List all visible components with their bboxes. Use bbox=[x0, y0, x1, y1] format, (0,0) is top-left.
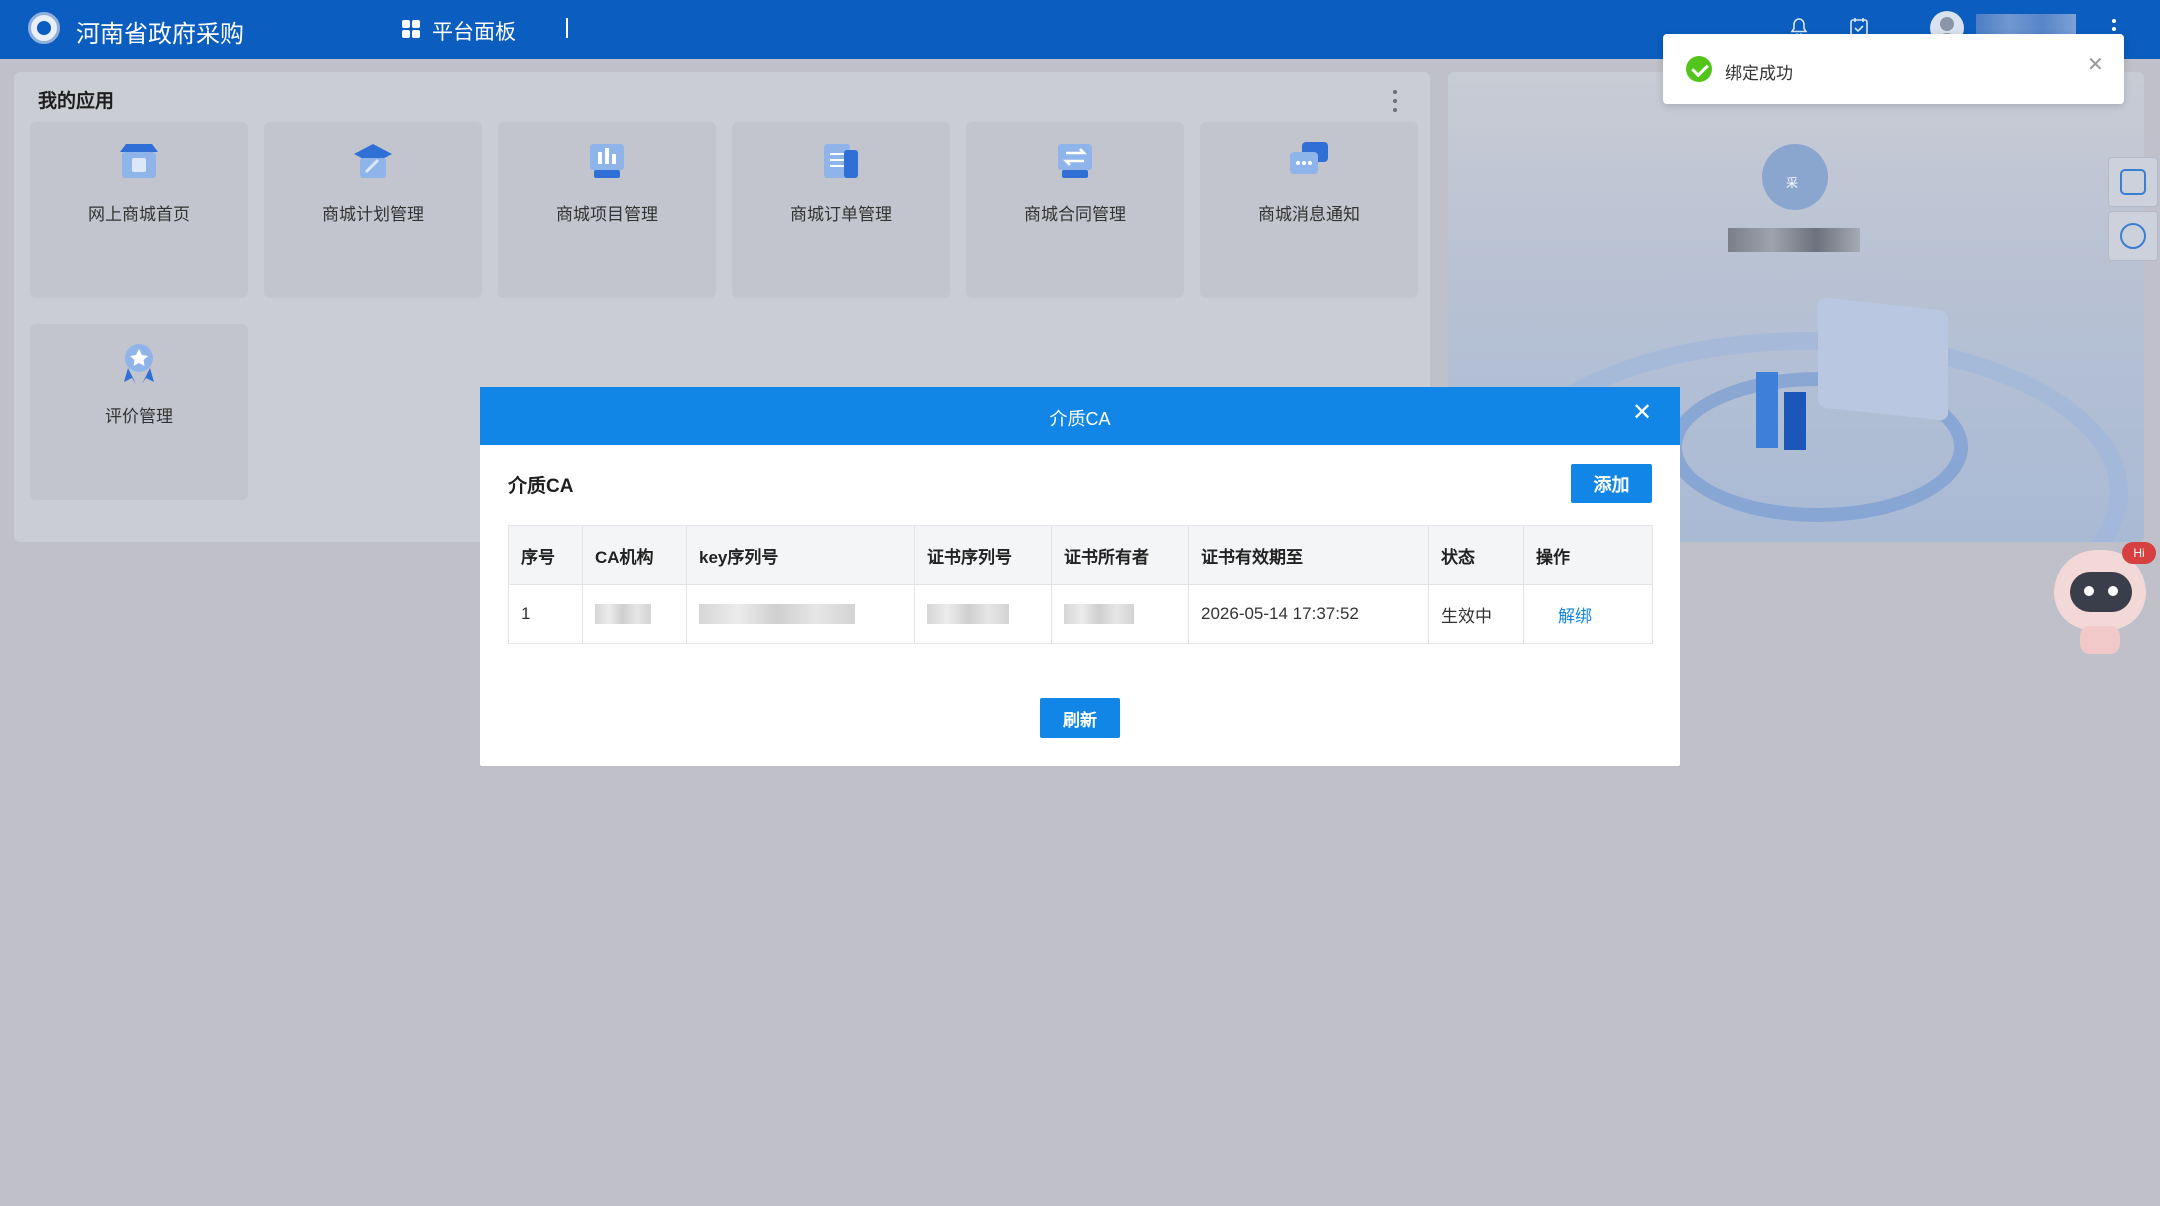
toast-close-icon[interactable]: ✕ bbox=[2087, 52, 2104, 77]
cell-cert-owner bbox=[1051, 584, 1189, 644]
edit-float-button[interactable] bbox=[2108, 157, 2158, 207]
my-apps-title: 我的应用 bbox=[38, 91, 115, 112]
redacted-key-serial bbox=[699, 604, 855, 625]
app-tile-label: 商城项目管理 bbox=[556, 205, 658, 224]
app-tile-mall-message[interactable]: 商城消息通知 bbox=[1200, 122, 1418, 298]
star-badge-icon bbox=[124, 344, 154, 384]
decorative-screen bbox=[1818, 297, 1948, 421]
col-header-cert-serial: 证书序列号 bbox=[914, 525, 1052, 585]
modal-close-icon[interactable]: ✕ bbox=[1632, 398, 1652, 427]
store-icon bbox=[120, 144, 158, 178]
col-header-action: 操作 bbox=[1523, 525, 1653, 585]
app-tile-label: 商城合同管理 bbox=[1024, 205, 1126, 224]
profile-name-redacted bbox=[1728, 228, 1860, 252]
col-header-expiry: 证书有效期至 bbox=[1188, 525, 1429, 585]
check-circle-icon bbox=[1686, 56, 1712, 82]
profile-avatar bbox=[1762, 144, 1828, 210]
site-logo bbox=[28, 12, 60, 44]
success-toast: 绑定成功 ✕ bbox=[1663, 34, 2124, 104]
decorative-bar bbox=[1784, 392, 1806, 450]
col-header-cert-owner: 证书所有者 bbox=[1051, 525, 1189, 585]
col-header-index: 序号 bbox=[508, 525, 583, 585]
ca-table: 序号 CA机构 key序列号 证书序列号 证书所有者 证书有效期至 状态 操作 … bbox=[508, 525, 1653, 644]
app-tile-mall-order[interactable]: 商城订单管理 bbox=[732, 122, 950, 298]
graduation-cap-icon bbox=[354, 144, 392, 178]
cell-expiry: 2026-05-14 17:37:52 bbox=[1188, 584, 1429, 644]
app-tile-mall-project[interactable]: 商城项目管理 bbox=[498, 122, 716, 298]
modal-header: 介质CA ✕ bbox=[480, 387, 1680, 445]
col-header-ca-org: CA机构 bbox=[582, 525, 687, 585]
app-tile-mall-contract[interactable]: 商城合同管理 bbox=[966, 122, 1184, 298]
cell-key-serial bbox=[686, 584, 915, 644]
cell-ca-org bbox=[582, 584, 687, 644]
redacted-cert-owner bbox=[1064, 604, 1134, 625]
unbind-link[interactable]: 解绑 bbox=[1558, 607, 1592, 626]
add-button[interactable]: 添加 bbox=[1571, 464, 1652, 503]
app-title: 河南省政府采购 bbox=[76, 21, 244, 48]
dashboard-grid-icon[interactable] bbox=[402, 20, 420, 38]
modal-title: 介质CA bbox=[1049, 409, 1111, 429]
nav-platform-dashboard[interactable]: 平台面板 bbox=[432, 16, 516, 46]
app-tile-label: 商城订单管理 bbox=[790, 205, 892, 224]
section-title: 介质CA bbox=[508, 476, 574, 497]
app-tile-label: 商城消息通知 bbox=[1258, 205, 1360, 224]
decorative-bar bbox=[1756, 372, 1778, 448]
redacted-cert-serial bbox=[927, 604, 1009, 625]
app-tile-label: 评价管理 bbox=[105, 407, 173, 426]
redacted-ca-org bbox=[595, 604, 651, 625]
toast-message: 绑定成功 bbox=[1725, 64, 1793, 83]
app-tile-mall-home[interactable]: 网上商城首页 bbox=[30, 122, 248, 298]
cell-index: 1 bbox=[508, 584, 583, 644]
back-float-button[interactable] bbox=[2108, 211, 2158, 261]
table-header-row: 序号 CA机构 key序列号 证书序列号 证书所有者 证书有效期至 状态 操作 bbox=[508, 525, 1653, 585]
undo-icon bbox=[2120, 223, 2146, 249]
apps-more-icon[interactable] bbox=[1392, 90, 1398, 112]
exchange-icon bbox=[1058, 144, 1092, 178]
assistant-robot[interactable]: Hi bbox=[2050, 542, 2156, 656]
edit-icon bbox=[2120, 169, 2146, 195]
ca-modal: 介质CA ✕ 介质CA 添加 序号 CA机构 key序列号 证书序列号 证书所有… bbox=[480, 387, 1680, 766]
document-list-icon bbox=[824, 144, 858, 178]
cell-action: 解绑 bbox=[1523, 584, 1653, 644]
col-header-status: 状态 bbox=[1428, 525, 1524, 585]
cell-status: 生效中 bbox=[1428, 584, 1524, 644]
robot-hi-badge: Hi bbox=[2122, 542, 2156, 564]
app-tile-mall-plan[interactable]: 商城计划管理 bbox=[264, 122, 482, 298]
refresh-button[interactable]: 刷新 bbox=[1040, 698, 1120, 738]
chart-board-icon bbox=[590, 144, 624, 178]
app-tile-label: 商城计划管理 bbox=[322, 205, 424, 224]
table-row: 1 2026-05-14 17:37:52 生效中 解绑 bbox=[508, 584, 1653, 644]
app-tile-evaluation[interactable]: 评价管理 bbox=[30, 324, 248, 500]
chat-bubble-icon bbox=[1290, 142, 1328, 174]
app-tile-label: 网上商城首页 bbox=[88, 205, 190, 224]
nav-divider bbox=[566, 18, 568, 38]
col-header-key-serial: key序列号 bbox=[686, 525, 915, 585]
cell-cert-serial bbox=[914, 584, 1052, 644]
